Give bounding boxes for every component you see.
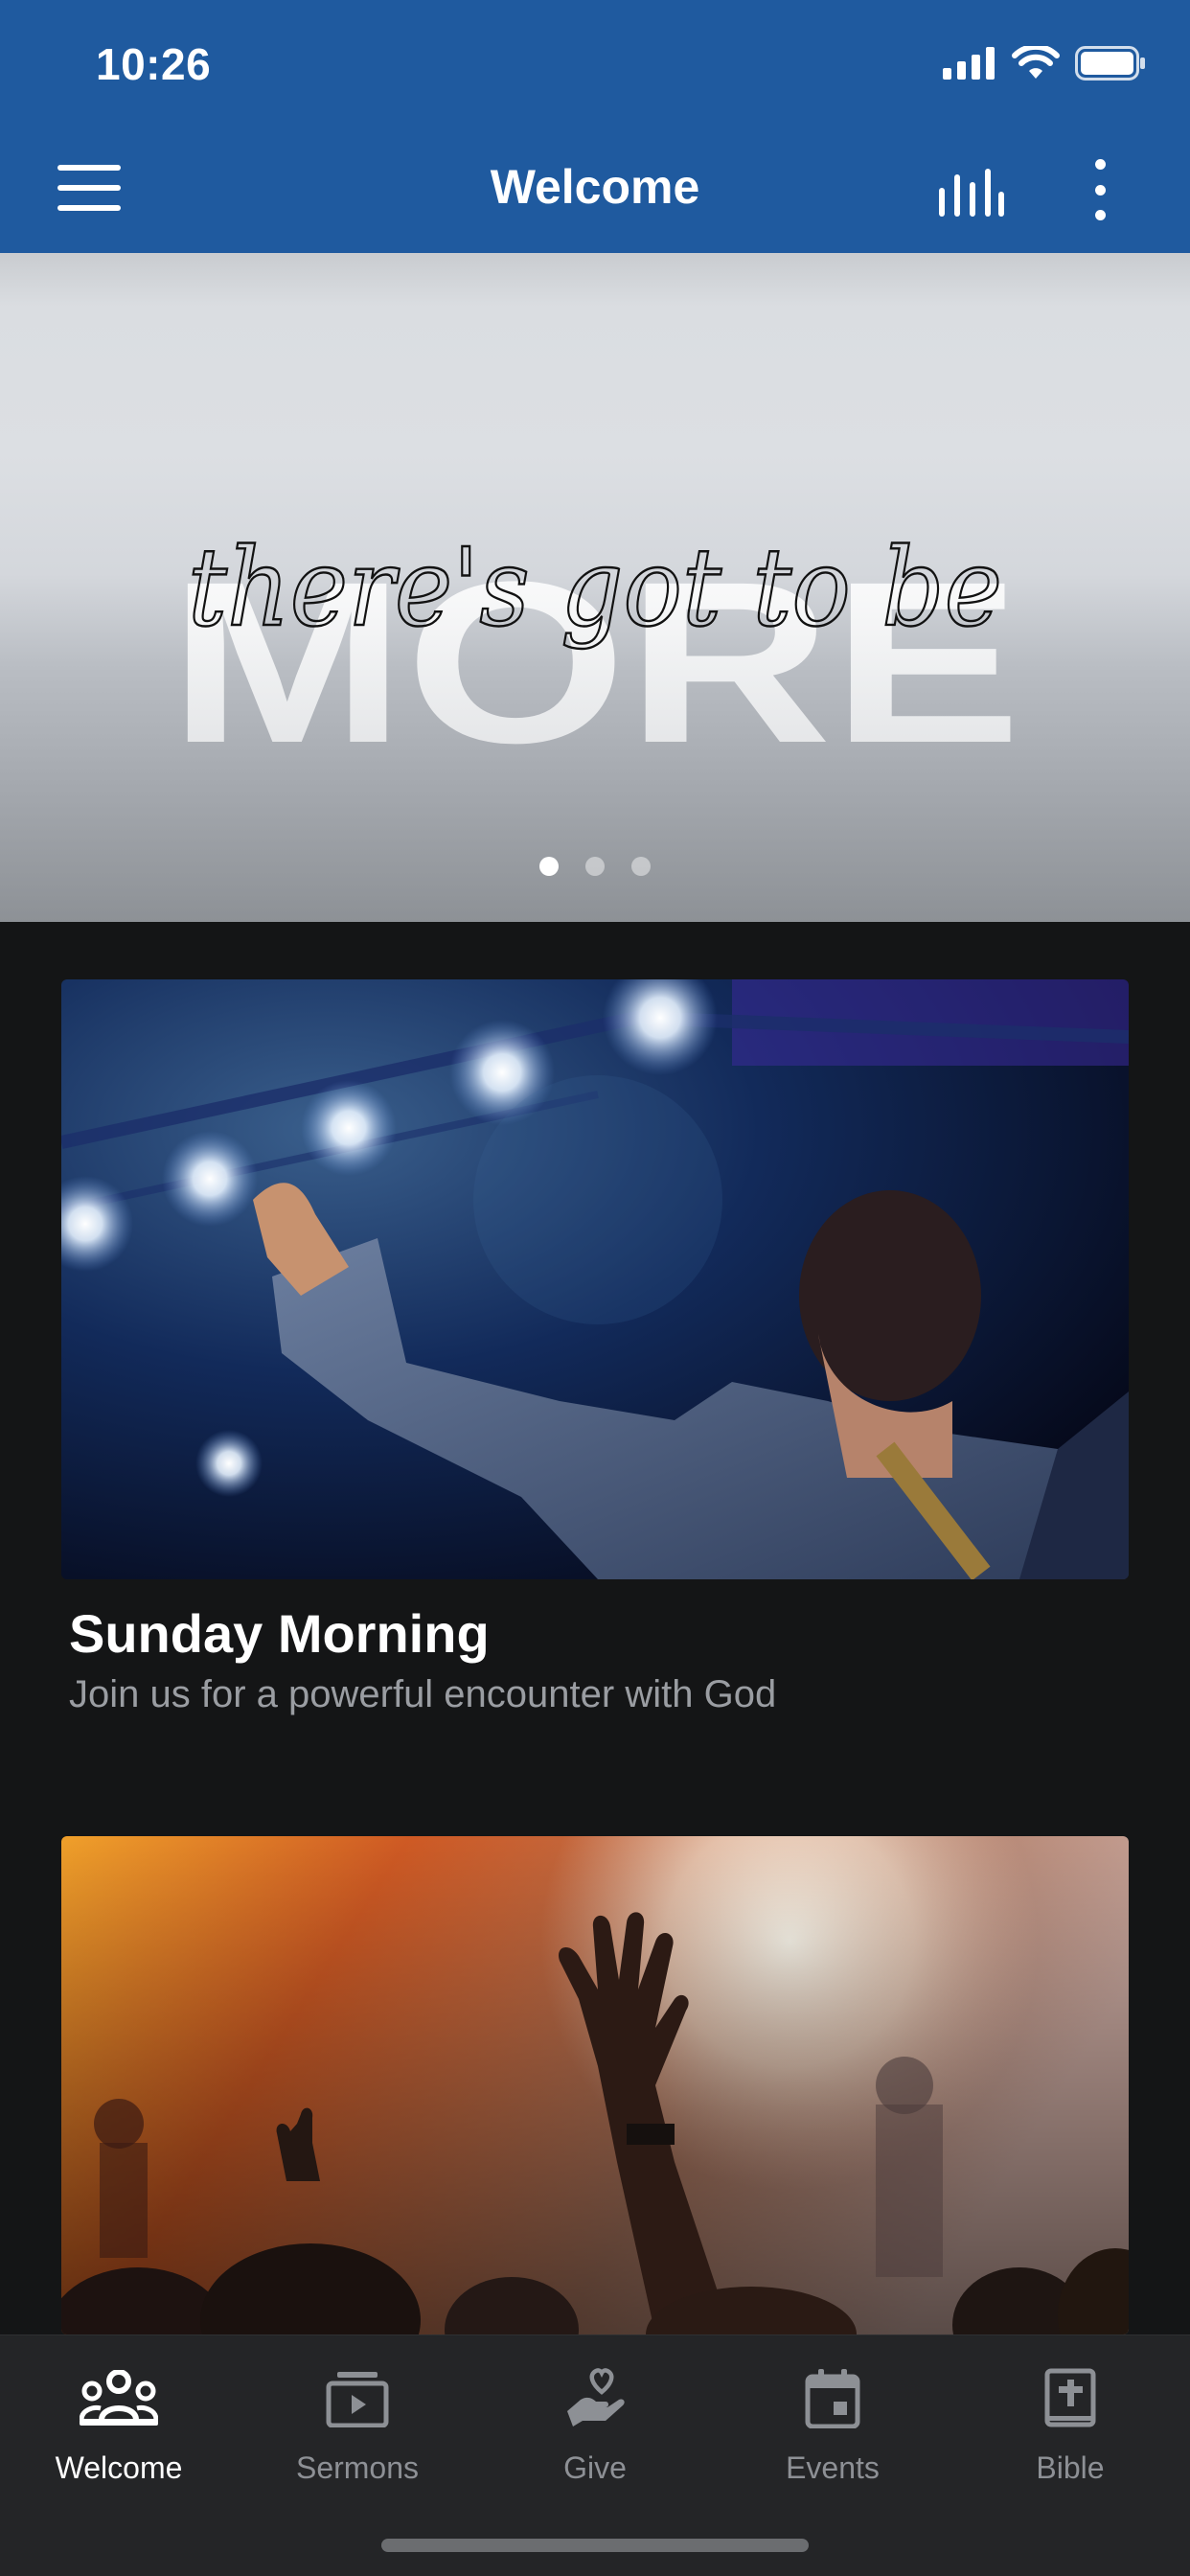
tab-welcome[interactable]: Welcome [0,2335,238,2527]
page-title: Welcome [490,160,700,214]
tab-label: Sermons [295,2450,420,2485]
tab-sermons[interactable]: Sermons [239,2335,476,2527]
signal-icon [943,47,995,80]
hero-script-text: there's got to be [188,526,1002,651]
tab-label: Events [786,2450,880,2485]
app-header: 10:26 Welcome [0,0,1190,253]
tab-label: Give [563,2450,627,2485]
hero-banner-art: MORE there's got to be [169,525,1021,791]
card-image-worship[interactable] [61,1836,1129,2334]
video-library-icon [316,2360,399,2437]
wifi-icon [1012,46,1060,79]
tab-events[interactable]: Events [714,2335,951,2527]
concert-crowd-photo [61,979,1129,1579]
battery-icon [1075,46,1145,80]
home-indicator[interactable] [381,2539,809,2552]
tab-label: Welcome [55,2450,183,2485]
carousel-dot[interactable] [631,857,651,876]
status-icons [943,46,1146,80]
carousel-indicator [0,857,1190,876]
bible-book-icon [1029,2360,1111,2437]
card-subtitle: Join us for a powerful encounter with Go… [69,1673,777,1715]
calendar-icon [791,2360,874,2437]
worship-hands-photo [61,1836,1129,2334]
people-group-icon [78,2360,160,2437]
card-title[interactable]: Sunday Morning [69,1602,490,1665]
status-time: 10:26 [96,39,212,89]
tab-bible[interactable]: Bible [951,2335,1189,2527]
audio-bars-icon[interactable] [937,169,1006,217]
app-screen: 10:26 Welcome MORE there's got to be Sun… [0,0,1190,2576]
tab-label: Bible [1036,2450,1105,2485]
carousel-dot[interactable] [539,857,559,876]
hero-carousel[interactable]: MORE there's got to be [0,253,1190,922]
more-vertical-icon[interactable] [1083,159,1117,220]
bottom-tab-bar: Welcome Sermons Give Events Bible [0,2334,1190,2576]
card-image-sunday-morning[interactable] [61,979,1129,1579]
tab-give[interactable]: Give [476,2335,714,2527]
carousel-dot[interactable] [585,857,605,876]
hand-heart-icon [554,2360,636,2437]
